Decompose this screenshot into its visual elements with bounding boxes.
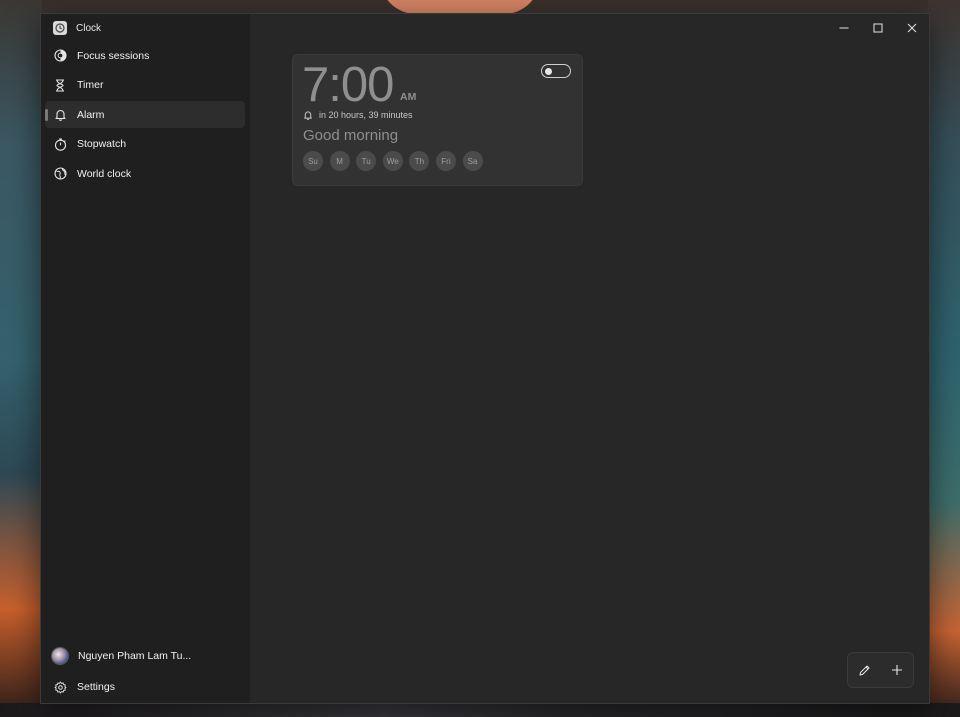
day-sunday: Su <box>303 151 323 171</box>
sidebar-item-timer[interactable]: Timer <box>45 72 245 99</box>
stopwatch-icon <box>53 137 67 151</box>
account-button[interactable]: Nguyen Pham Lam Tu... <box>45 642 245 670</box>
alarm-page: 7:00 AM in 20 hours, 39 minutes Good mor… <box>250 14 929 703</box>
maximize-icon <box>873 23 883 33</box>
minimize-button[interactable] <box>827 14 861 42</box>
sidebar: Clock Focus sessions Timer Alarm Stopwat… <box>41 14 250 703</box>
sidebar-item-label: World clock <box>77 167 132 180</box>
desktop-wallpaper-bottom <box>0 703 960 717</box>
alarm-days: Su M Tu We Th Fri Sa <box>303 151 489 171</box>
alarm-remaining-text: in 20 hours, 39 minutes <box>319 110 413 120</box>
maximize-button[interactable] <box>861 14 895 42</box>
toggle-knob <box>545 68 552 75</box>
close-icon <box>907 23 917 33</box>
pencil-icon <box>859 665 870 675</box>
day-tuesday: Tu <box>356 151 377 171</box>
hourglass-icon <box>53 78 67 92</box>
sidebar-item-label: Focus sessions <box>77 49 150 62</box>
add-alarm-button[interactable] <box>885 658 909 682</box>
settings-label: Settings <box>77 681 115 693</box>
day-thursday: Th <box>409 151 430 171</box>
day-saturday: Sa <box>462 151 483 171</box>
alarm-ampm: AM <box>400 91 417 103</box>
sidebar-item-label: Alarm <box>77 108 105 121</box>
avatar <box>51 647 69 665</box>
selection-indicator <box>45 109 48 122</box>
alarm-remaining: in 20 hours, 39 minutes <box>303 108 413 122</box>
minimize-icon <box>839 27 849 29</box>
focus-icon <box>53 49 67 63</box>
sidebar-item-label: Stopwatch <box>77 138 127 151</box>
window-controls <box>827 14 929 42</box>
alarm-toggle[interactable] <box>541 64 571 78</box>
clock-window: Clock Focus sessions Timer Alarm Stopwat… <box>40 13 930 704</box>
alarm-name: Good morning <box>303 127 399 144</box>
account-name: Nguyen Pham Lam Tu... <box>78 650 192 662</box>
desktop-wallpaper-lamp <box>380 0 540 14</box>
close-button[interactable] <box>895 14 929 42</box>
sidebar-item-focus-sessions[interactable]: Focus sessions <box>45 42 245 69</box>
clock-app-icon <box>53 21 67 35</box>
alarm-time: 7:00 <box>302 58 394 112</box>
day-friday: Fri <box>435 151 456 171</box>
title-bar: Clock <box>41 14 250 42</box>
day-wednesday: We <box>382 151 403 171</box>
plus-icon <box>891 665 902 675</box>
desktop-wallpaper-right <box>928 0 960 717</box>
bell-icon <box>304 111 312 120</box>
sidebar-item-label: Timer <box>77 79 104 92</box>
sidebar-item-world-clock[interactable]: World clock <box>45 160 245 187</box>
app-title: Clock <box>76 22 102 34</box>
desktop-wallpaper-left <box>0 0 42 717</box>
gear-icon <box>53 680 67 694</box>
globe-icon <box>53 167 67 181</box>
sidebar-nav: Focus sessions Timer Alarm Stopwatch Wor… <box>45 42 245 190</box>
sidebar-item-stopwatch[interactable]: Stopwatch <box>45 131 245 158</box>
bell-icon <box>53 108 67 122</box>
alarm-card[interactable]: 7:00 AM in 20 hours, 39 minutes Good mor… <box>292 54 583 186</box>
sidebar-item-alarm[interactable]: Alarm <box>45 101 245 129</box>
settings-button[interactable]: Settings <box>45 673 245 701</box>
edit-alarms-button[interactable] <box>852 658 876 682</box>
day-monday: M <box>329 151 350 171</box>
alarm-action-bar <box>847 652 914 688</box>
